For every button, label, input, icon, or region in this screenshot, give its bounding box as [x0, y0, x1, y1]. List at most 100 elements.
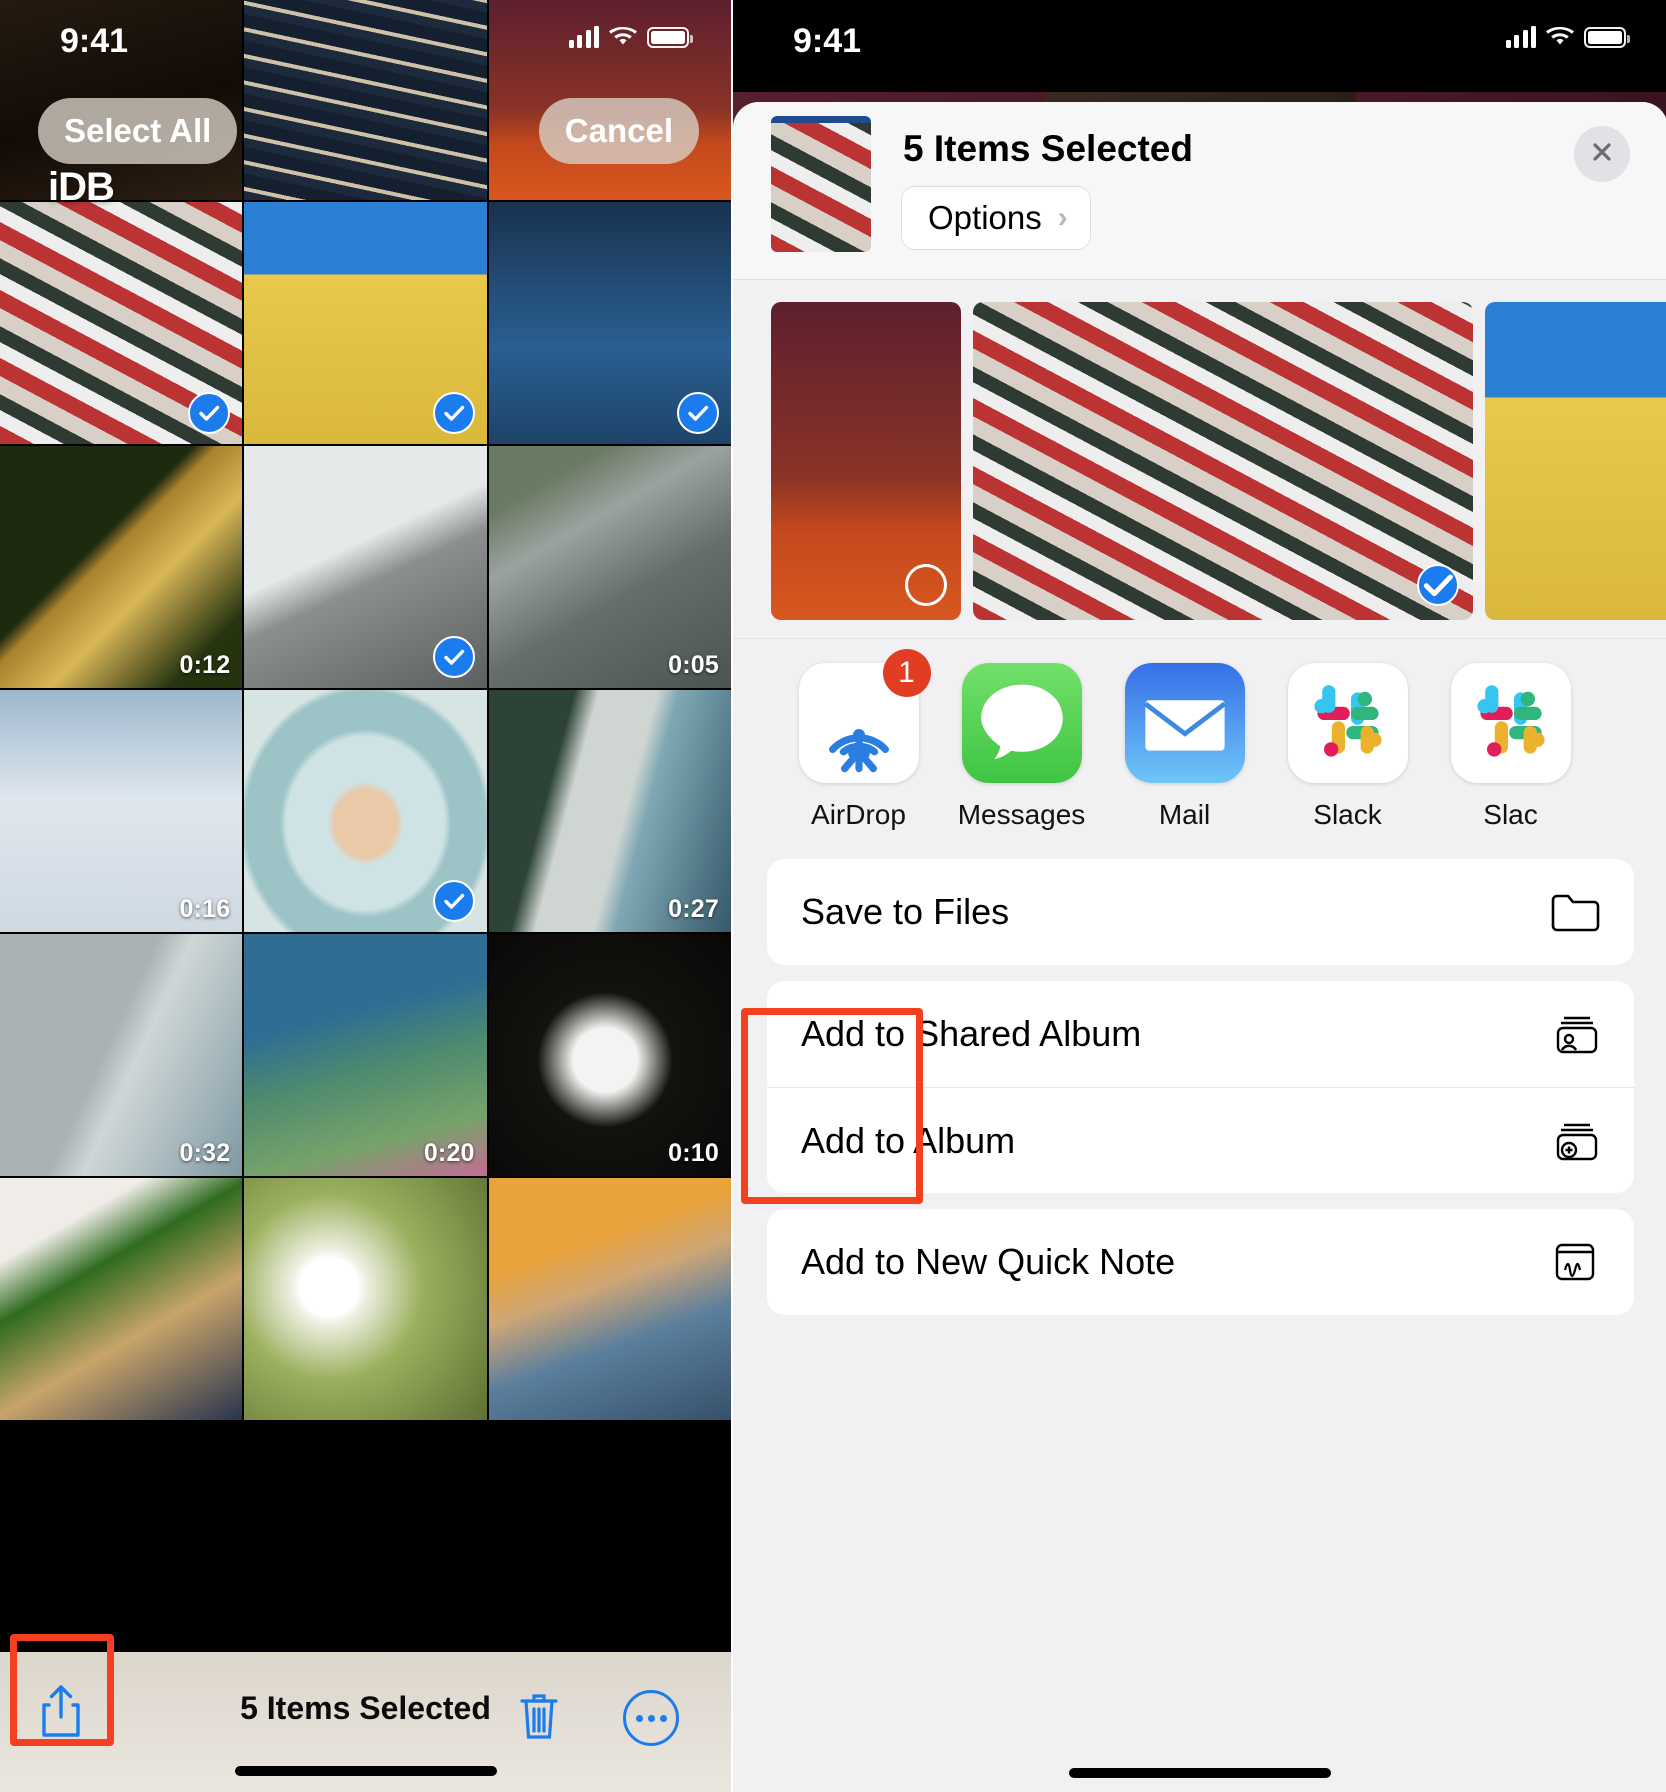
- slack-icon: [1450, 663, 1571, 783]
- check-icon: [1423, 574, 1453, 597]
- photo-thumbnail[interactable]: 0:20: [244, 934, 487, 1176]
- preview-unselected-circle[interactable]: [905, 564, 947, 606]
- share-target-slack[interactable]: Slack: [1266, 663, 1429, 831]
- options-label: Options: [928, 199, 1042, 236]
- status-icons: [568, 26, 693, 48]
- close-button[interactable]: [1574, 126, 1630, 182]
- selection-thumbnail: [771, 116, 871, 252]
- video-duration-label: 0:12: [179, 651, 231, 679]
- selection-toolbar: 5 Items Selected: [0, 1652, 731, 1792]
- video-duration-label: 0:05: [668, 651, 719, 679]
- shared-album-icon: [1550, 1012, 1600, 1056]
- idb-watermark: iDB: [48, 165, 115, 209]
- cellular-bars-icon: [1505, 26, 1536, 48]
- slack-glyph: [1313, 685, 1382, 757]
- add-album-icon: [1556, 1123, 1598, 1160]
- photo-thumbnail[interactable]: [0, 202, 243, 444]
- left-phone-photos-app: 0:12 0:05 0:16 0:27 0:32 0:20 0:10 9:41 Select…: [0, 0, 731, 1792]
- airdrop-icon: 1: [798, 649, 931, 783]
- dual-screenshot: 0:12 0:05 0:16 0:27 0:32 0:20 0:10 9:41 Select…: [0, 0, 1666, 1792]
- action-row[interactable]: Add to Album: [767, 1087, 1634, 1193]
- close-icon: [1589, 139, 1615, 170]
- share-target-label: Messages: [957, 799, 1086, 830]
- action-row[interactable]: Save to Files: [767, 859, 1634, 965]
- messages-icon: [961, 663, 1082, 783]
- cellular-bars-icon: [568, 26, 599, 48]
- share-target-messages[interactable]: Messages: [940, 663, 1103, 831]
- share-target-airdrop[interactable]: 1 AirDrop: [777, 649, 940, 831]
- selection-checkmark[interactable]: [432, 636, 475, 678]
- share-target-label: Mail: [1158, 799, 1211, 830]
- battery-icon: [647, 26, 693, 48]
- photo-thumbnail[interactable]: 0:05: [488, 446, 731, 688]
- selection-checkmark[interactable]: [188, 392, 231, 434]
- share-target-label: Slack: [1313, 799, 1382, 830]
- select-all-button[interactable]: Select All: [38, 98, 238, 164]
- quick-note-icon: [1555, 1243, 1595, 1281]
- share-sheet: 5 Items Selected Options › 1 AirDrop Messa…: [733, 102, 1666, 1792]
- video-duration-label: 0:16: [179, 895, 231, 923]
- status-time: 9:41: [60, 22, 129, 60]
- preview-thumbnail[interactable]: [771, 302, 961, 620]
- action-group: Add to Shared Album Add to Album: [767, 981, 1634, 1193]
- action-row[interactable]: Add to New Quick Note: [767, 1209, 1634, 1315]
- check-icon: [443, 649, 464, 665]
- photo-thumbnail[interactable]: [244, 690, 487, 932]
- share-target-mail[interactable]: Mail: [1103, 663, 1266, 831]
- share-target-label: Slac: [1483, 799, 1538, 830]
- action-row[interactable]: Add to Shared Album: [767, 981, 1634, 1087]
- trash-icon: [517, 1694, 561, 1746]
- photo-thumbnail[interactable]: [244, 1178, 487, 1420]
- photo-grid: 0:12 0:05 0:16 0:27 0:32 0:20 0:10: [0, 0, 731, 1420]
- photo-thumbnail[interactable]: [488, 202, 731, 444]
- folder-icon: [1550, 890, 1600, 934]
- chevron-right-icon: ›: [1057, 201, 1068, 234]
- share-targets-row: 1 AirDrop Messages Mail Slack Slac: [733, 638, 1666, 841]
- folder-icon: [1551, 894, 1600, 932]
- cancel-button[interactable]: Cancel: [538, 98, 699, 164]
- share-target-label: AirDrop: [811, 799, 906, 830]
- share-sheet-title: 5 Items Selected: [903, 128, 1193, 169]
- delete-button[interactable]: [517, 1690, 561, 1747]
- more-ellipsis-icon: [635, 1714, 643, 1722]
- status-bar-right: 9:41: [733, 0, 1666, 92]
- share-sheet-header: 5 Items Selected Options ›: [733, 102, 1666, 280]
- photo-thumbnail[interactable]: 0:12: [0, 446, 243, 688]
- video-duration-label: 0:10: [668, 1139, 719, 1167]
- check-icon: [443, 893, 464, 909]
- check-icon: [688, 405, 709, 421]
- action-label: Add to Album: [801, 1119, 1016, 1161]
- video-duration-label: 0:27: [668, 895, 719, 923]
- photo-thumbnail[interactable]: 0:32: [0, 934, 243, 1176]
- preview-selected-check[interactable]: [1417, 564, 1459, 606]
- action-label: Save to Files: [801, 891, 1010, 932]
- more-options-button[interactable]: [623, 1690, 679, 1746]
- video-duration-label: 0:32: [179, 1139, 231, 1167]
- options-button[interactable]: Options ›: [901, 186, 1091, 250]
- preview-thumbnail[interactable]: [1485, 302, 1666, 620]
- preview-thumbnail[interactable]: [973, 302, 1473, 620]
- share-actions-list: Save to Files Add to Shared Album Add to A…: [733, 841, 1666, 1315]
- photo-thumbnail[interactable]: [0, 1178, 243, 1420]
- selection-checkmark[interactable]: [432, 392, 475, 434]
- action-label: Add to New Quick Note: [801, 1241, 1176, 1282]
- video-duration-label: 0:20: [423, 1139, 475, 1167]
- share-target-slac[interactable]: Slac: [1429, 663, 1592, 831]
- selection-checkmark[interactable]: [432, 880, 475, 922]
- photo-thumbnail[interactable]: [244, 446, 487, 688]
- shared-album-icon: [1556, 1016, 1598, 1054]
- photo-thumbnail[interactable]: 0:10: [488, 934, 731, 1176]
- photo-thumbnail[interactable]: 0:16: [0, 690, 243, 932]
- check-icon: [443, 405, 464, 421]
- selection-checkmark[interactable]: [676, 392, 719, 434]
- slack-glyph: [1476, 685, 1545, 757]
- selected-items-preview: [733, 302, 1666, 620]
- mail-icon: [1124, 663, 1245, 783]
- photo-thumbnail[interactable]: [244, 202, 487, 444]
- slack-icon: [1287, 663, 1408, 783]
- check-icon: [199, 405, 220, 421]
- action-group: Save to Files: [767, 859, 1634, 965]
- notification-badge: 1: [882, 649, 931, 697]
- photo-thumbnail[interactable]: 0:27: [488, 690, 731, 932]
- photo-thumbnail[interactable]: [488, 1178, 731, 1420]
